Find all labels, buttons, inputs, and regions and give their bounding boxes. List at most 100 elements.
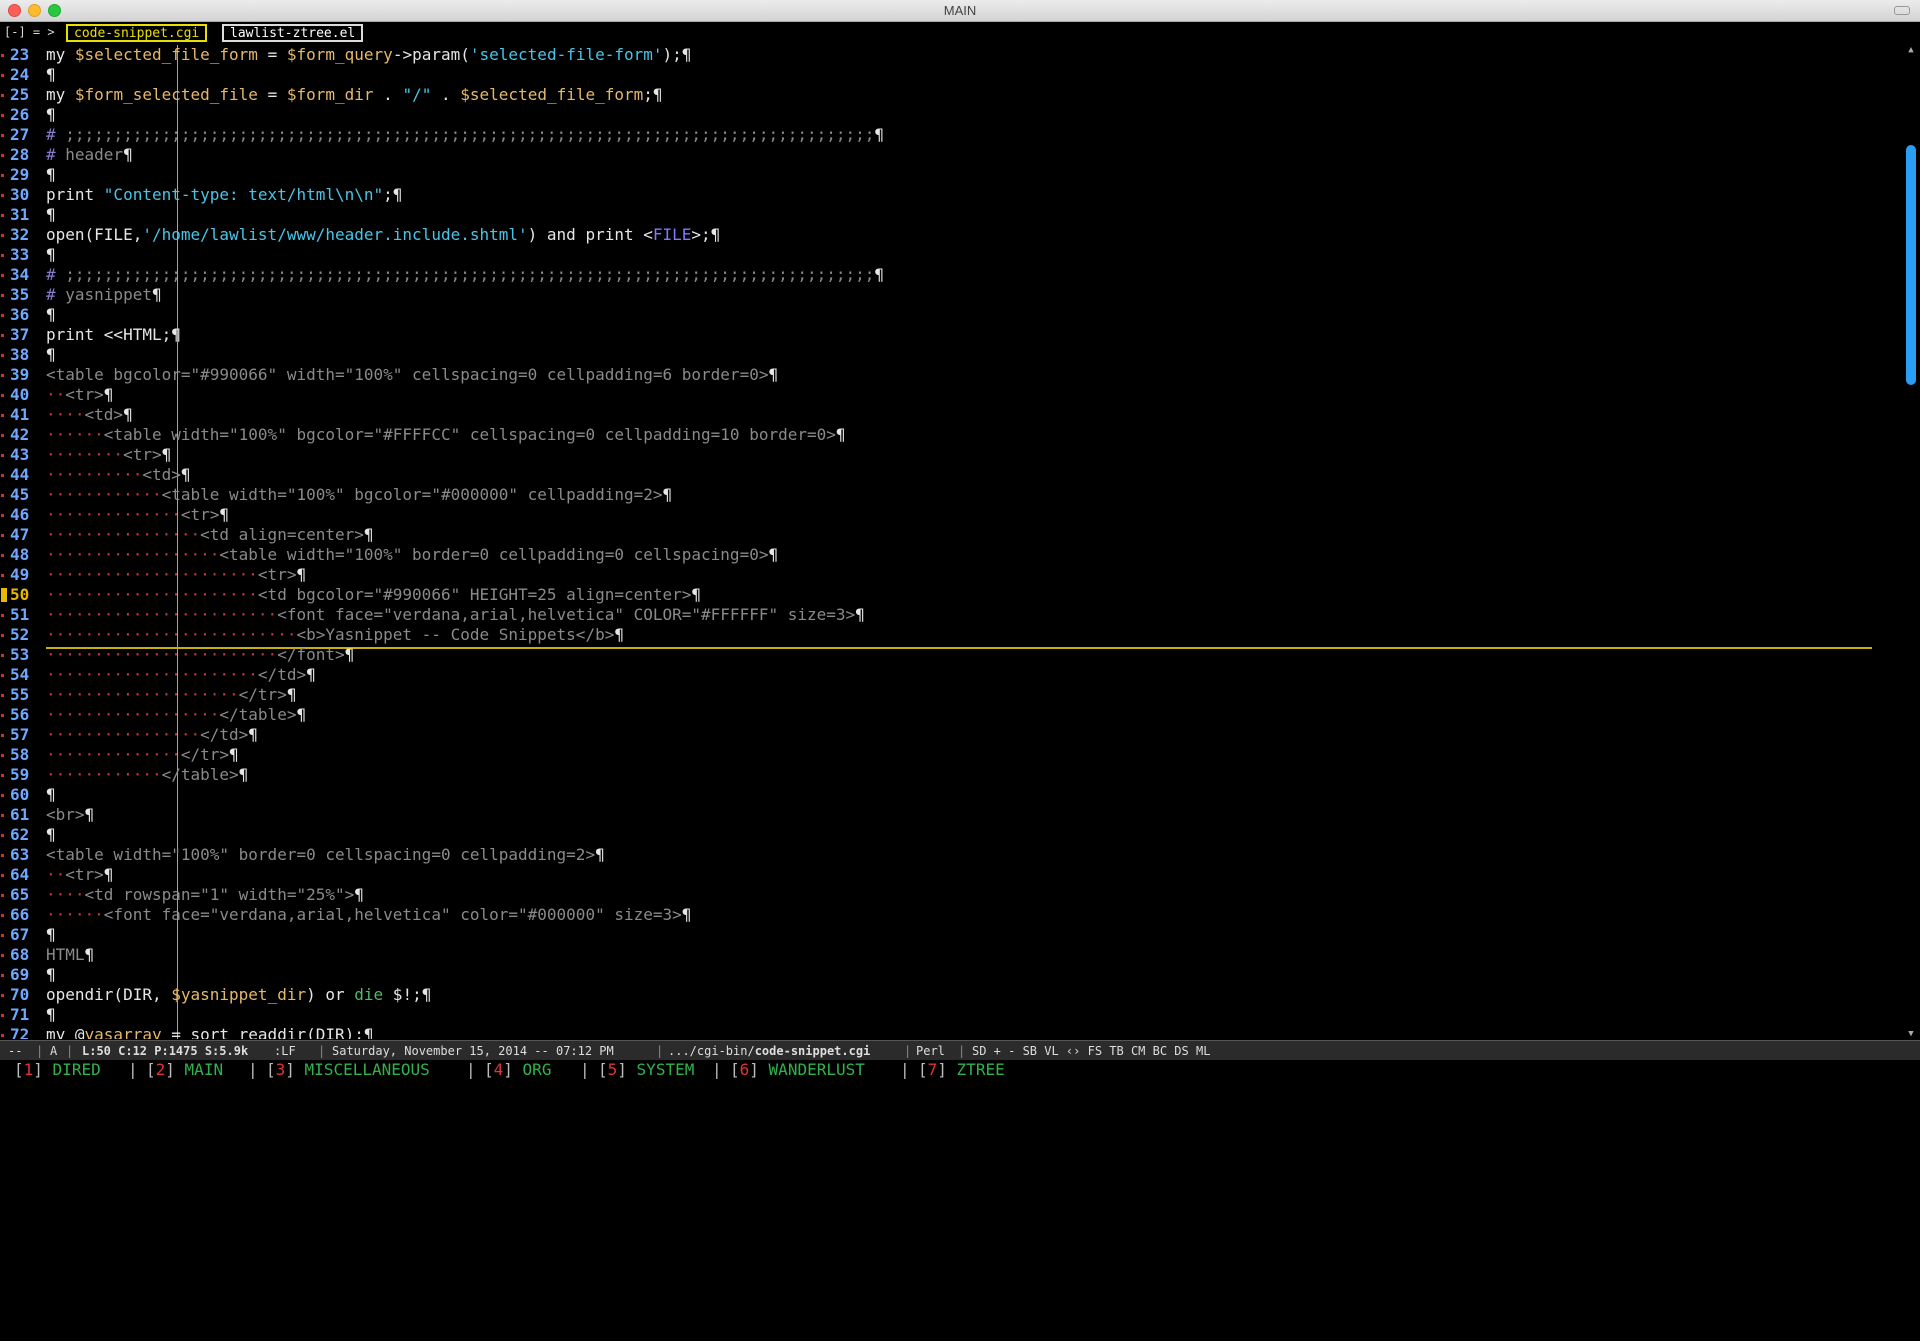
line-number: 26 <box>10 105 30 124</box>
line-gutter: 37 <box>0 325 42 345</box>
code-token: ···················· <box>46 685 239 704</box>
line-number: 47 <box>10 525 30 544</box>
modeline-path[interactable]: .../cgi-bin/code-snippet.cgi <box>668 1041 870 1061</box>
gutter-marker-icon <box>1 474 4 477</box>
gutter-marker-icon <box>1 334 4 337</box>
line-gutter: 33 <box>0 245 42 265</box>
code-line[interactable]: 69 ¶ <box>0 965 1902 985</box>
code-token: ¶ <box>248 725 258 744</box>
code-line[interactable]: 40 ··<tr>¶ <box>0 385 1902 405</box>
code-line[interactable]: 42 ······<table width="100%" bgcolor="#FF… <box>0 425 1902 445</box>
code-line[interactable]: 68 HTML¶ <box>0 945 1902 965</box>
code-line[interactable]: 70 opendir(DIR, $yasnippet_dir) or die $!… <box>0 985 1902 1005</box>
frame-ztree[interactable]: [7] ZTREE <box>918 1060 1005 1080</box>
line-code: ··<tr>¶ <box>46 865 113 885</box>
line-code: ················</td>¶ <box>46 725 258 745</box>
code-token: my <box>46 45 75 64</box>
line-gutter: 68 <box>0 945 42 965</box>
code-line[interactable]: 71 ¶ <box>0 1005 1902 1025</box>
code-line[interactable]: 67 ¶ <box>0 925 1902 945</box>
code-line[interactable]: 45 ············<table width="100%" bgcolo… <box>0 485 1902 505</box>
code-line[interactable]: 55 ····················</tr>¶ <box>0 685 1902 705</box>
toolbar-toggle-button[interactable] <box>1894 6 1910 15</box>
frame-main[interactable]: [2] MAIN <box>146 1060 223 1080</box>
code-line[interactable]: 27 # ;;;;;;;;;;;;;;;;;;;;;;;;;;;;;;;;;;;;… <box>0 125 1902 145</box>
vertical-scrollbar[interactable]: ▲ ▼ <box>1902 45 1920 1039</box>
gutter-marker-icon <box>1 1034 4 1037</box>
code-line[interactable]: 47 ················<td align=center>¶ <box>0 525 1902 545</box>
scrollbar-thumb[interactable] <box>1906 145 1916 385</box>
code-line[interactable]: 60 ¶ <box>0 785 1902 805</box>
tab-code-snippet[interactable]: code-snippet.cgi <box>66 24 208 42</box>
code-line[interactable]: 44 ··········<td>¶ <box>0 465 1902 485</box>
code-token: );¶ <box>662 45 692 64</box>
code-line[interactable]: 25 my $form_selected_file = $form_dir . "… <box>0 85 1902 105</box>
code-line[interactable]: 59 ············</table>¶ <box>0 765 1902 785</box>
code-line[interactable]: 52 ··························<b>Yasnippet… <box>0 625 1902 645</box>
code-line[interactable]: 23 my $selected_file_form = $form_query->… <box>0 45 1902 65</box>
modeline-minor-modes[interactable]: SD + - SB VL ‹› FS TB CM BC DS ML <box>972 1041 1210 1061</box>
code-editor[interactable]: 23 my $selected_file_form = $form_query->… <box>0 45 1902 1039</box>
code-line[interactable]: 35 # yasnippet¶ <box>0 285 1902 305</box>
code-line[interactable]: 66 ······<font face="verdana,arial,helvet… <box>0 905 1902 925</box>
code-line[interactable]: 63 <table width="100%" border=0 cellspaci… <box>0 845 1902 865</box>
code-line[interactable]: 53 ························</font>¶ <box>0 645 1902 665</box>
gutter-marker-icon <box>1 954 4 957</box>
code-line[interactable]: 48 ··················<table width="100%" … <box>0 545 1902 565</box>
tab-lawlist-ztree[interactable]: lawlist-ztree.el <box>222 24 364 42</box>
code-token: ¶ <box>662 485 673 504</box>
line-code: ··············<tr>¶ <box>46 505 229 525</box>
code-line[interactable]: 54 ······················</td>¶ <box>0 665 1902 685</box>
code-line[interactable]: 37 print <<HTML;¶ <box>0 325 1902 345</box>
code-line[interactable]: 24 ¶ <box>0 65 1902 85</box>
code-line[interactable]: 46 ··············<tr>¶ <box>0 505 1902 525</box>
code-line[interactable]: 58 ··············</tr>¶ <box>0 745 1902 765</box>
code-line[interactable]: 26 ¶ <box>0 105 1902 125</box>
code-line[interactable]: 72 my @yasarray = sort readdir(DIR);¶ <box>0 1025 1902 1039</box>
code-line[interactable]: 64 ··<tr>¶ <box>0 865 1902 885</box>
frame-wanderlust[interactable]: [6] WANDERLUST <box>730 1060 865 1080</box>
code-token: "/" <box>402 85 432 104</box>
code-line[interactable]: 56 ··················</table>¶ <box>0 705 1902 725</box>
code-line[interactable]: 39 <table bgcolor="#990066" width="100%" … <box>0 365 1902 385</box>
code-line[interactable]: 41 ····<td>¶ <box>0 405 1902 425</box>
code-line[interactable]: 61 <br>¶ <box>0 805 1902 825</box>
code-line[interactable]: 36 ¶ <box>0 305 1902 325</box>
line-number: 45 <box>10 485 30 504</box>
frame-miscellaneous[interactable]: [3] MISCELLANEOUS <box>266 1060 430 1080</box>
gutter-marker-icon <box>1 574 4 577</box>
scroll-up-arrow-icon[interactable]: ▲ <box>1906 45 1916 55</box>
code-line[interactable]: 30 print "Content-type: text/html\n\n";¶ <box>0 185 1902 205</box>
code-line[interactable]: 32 open(FILE,'/home/lawlist/www/header.in… <box>0 225 1902 245</box>
scroll-down-arrow-icon[interactable]: ▼ <box>1906 1029 1916 1039</box>
code-line[interactable]: 29 ¶ <box>0 165 1902 185</box>
code-line[interactable]: 28 # header¶ <box>0 145 1902 165</box>
line-number: 34 <box>10 265 30 284</box>
line-code: ············<table width="100%" bgcolor=… <box>46 485 672 505</box>
code-line[interactable]: 65 ····<td rowspan="1" width="25%">¶ <box>0 885 1902 905</box>
line-gutter: 31 <box>0 205 42 225</box>
frame-system[interactable]: [5] SYSTEM <box>598 1060 694 1080</box>
code-token: $!;¶ <box>383 985 432 1004</box>
code-line[interactable]: 62 ¶ <box>0 825 1902 845</box>
code-line[interactable]: 38 ¶ <box>0 345 1902 365</box>
line-code: ¶ <box>46 165 56 185</box>
code-token: ············ <box>46 765 162 784</box>
code-line[interactable]: 57 ················</td>¶ <box>0 725 1902 745</box>
code-token: $selected_file_form <box>74 45 258 64</box>
frame-org[interactable]: [4] ORG <box>484 1060 551 1080</box>
code-line[interactable]: 51 ························<font face="ve… <box>0 605 1902 625</box>
modeline-major-mode[interactable]: Perl <box>916 1041 945 1061</box>
code-line[interactable]: 34 # ;;;;;;;;;;;;;;;;;;;;;;;;;;;;;;;;;;;;… <box>0 265 1902 285</box>
frame-dired[interactable]: [1] DIRED <box>14 1060 101 1080</box>
code-token: <br> <box>46 805 85 824</box>
code-line[interactable]: 33 ¶ <box>0 245 1902 265</box>
code-token: ¶ <box>296 565 307 584</box>
code-line[interactable]: 49 ······················<tr>¶ <box>0 565 1902 585</box>
code-line[interactable]: 50 ······················<td bgcolor="#99… <box>0 585 1902 605</box>
tab-bar-prefix[interactable]: [-] = > <box>4 25 55 39</box>
line-number: 53 <box>10 645 30 664</box>
code-line[interactable]: 31 ¶ <box>0 205 1902 225</box>
code-line[interactable]: 43 ········<tr>¶ <box>0 445 1902 465</box>
code-token: ¶ <box>354 885 364 904</box>
